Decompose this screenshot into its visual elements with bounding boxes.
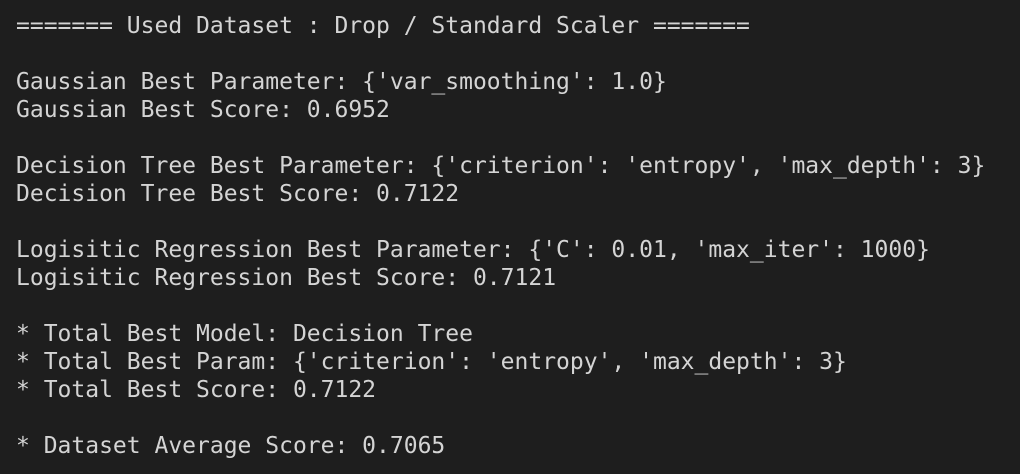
gaussian-param-line: Gaussian Best Parameter: {'var_smoothing… — [16, 69, 667, 95]
total-best-param-line: * Total Best Param: {'criterion': 'entro… — [16, 349, 847, 375]
terminal-output: ======= Used Dataset : Drop / Standard S… — [0, 0, 1020, 474]
total-best-score-line: * Total Best Score: 0.7122 — [16, 377, 377, 403]
logistic-param-line: Logisitic Regression Best Parameter: {'C… — [16, 237, 930, 263]
gaussian-score-line: Gaussian Best Score: 0.6952 — [16, 97, 390, 123]
decision-tree-param-line: Decision Tree Best Parameter: {'criterio… — [16, 153, 986, 179]
dataset-header-line: ======= Used Dataset : Drop / Standard S… — [16, 13, 750, 39]
dataset-average-score-line: * Dataset Average Score: 0.7065 — [16, 433, 446, 459]
decision-tree-score-line: Decision Tree Best Score: 0.7122 — [16, 181, 460, 207]
logistic-score-line: Logisitic Regression Best Score: 0.7121 — [16, 265, 557, 291]
total-best-model-line: * Total Best Model: Decision Tree — [16, 321, 473, 347]
